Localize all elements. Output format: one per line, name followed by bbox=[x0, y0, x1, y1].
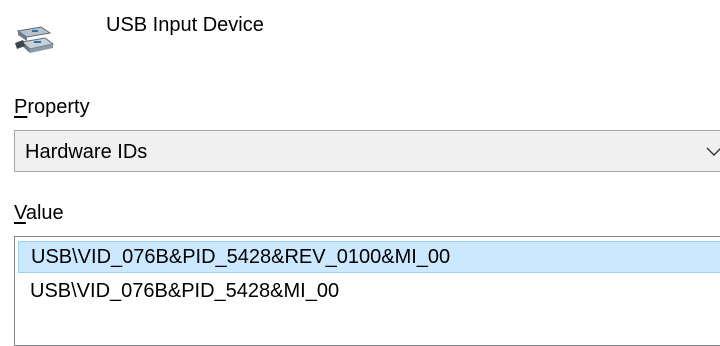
value-label: Value bbox=[14, 200, 64, 226]
property-label-accelerator: P bbox=[14, 96, 28, 118]
list-item-text: USB\VID_076B&PID_5428&MI_00 bbox=[30, 280, 340, 302]
property-selected-value: Hardware IDs bbox=[25, 141, 148, 163]
value-label-text: alue bbox=[25, 202, 64, 224]
property-label: Property bbox=[14, 94, 90, 120]
device-name: USB Input Device bbox=[106, 14, 264, 36]
chevron-down-icon bbox=[705, 144, 720, 158]
property-label-text: roperty bbox=[27, 96, 90, 118]
value-label-accelerator: V bbox=[14, 202, 26, 224]
list-item[interactable]: USB\VID_076B&PID_5428&MI_00 bbox=[18, 275, 720, 307]
usb-device-icon bbox=[14, 22, 55, 60]
property-dropdown[interactable]: Hardware IDs bbox=[14, 130, 720, 172]
list-item[interactable]: USB\VID_076B&PID_5428&REV_0100&MI_00 bbox=[18, 241, 720, 273]
value-list[interactable]: USB\VID_076B&PID_5428&REV_0100&MI_00 USB… bbox=[14, 236, 720, 346]
list-item-text: USB\VID_076B&PID_5428&REV_0100&MI_00 bbox=[31, 246, 451, 268]
